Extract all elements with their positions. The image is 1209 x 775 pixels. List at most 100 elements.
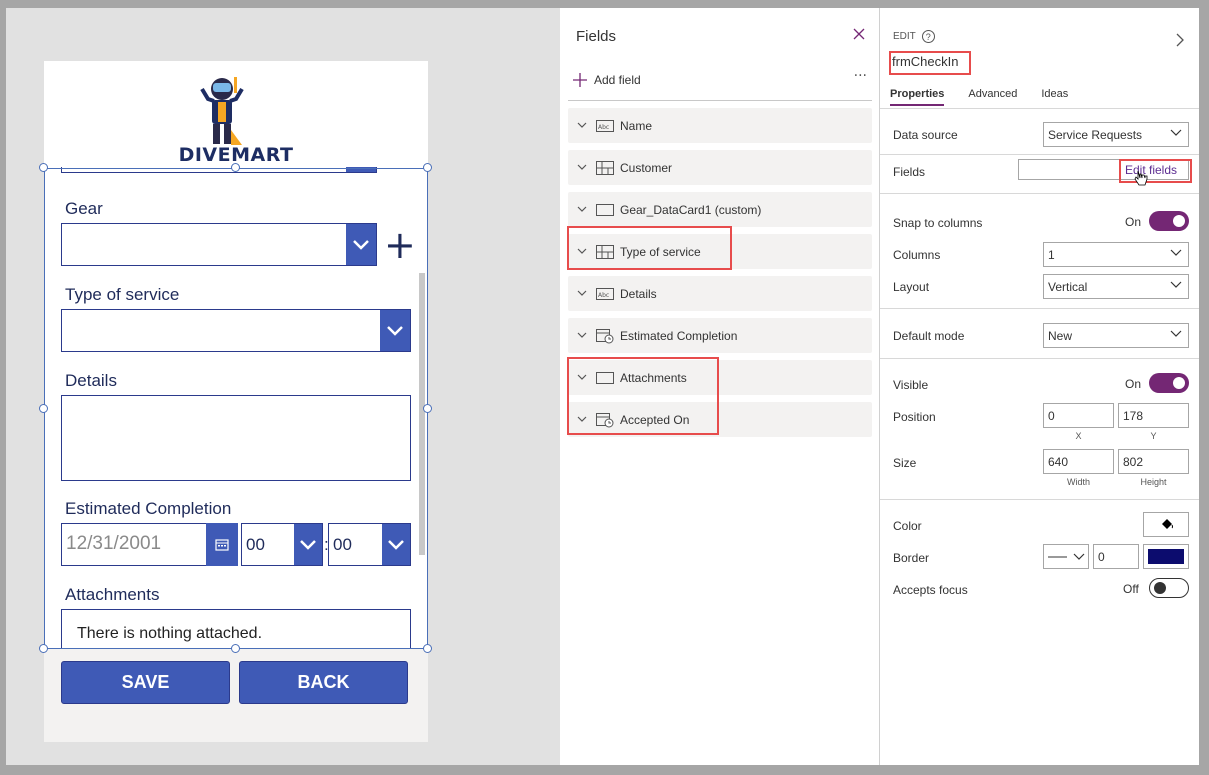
- border-color-button[interactable]: [1143, 544, 1189, 569]
- app-frame: DIVEMART Gear + Type of service Details …: [6, 8, 1199, 765]
- gear-dropdown[interactable]: [61, 223, 377, 266]
- chevron-down-icon: [380, 310, 410, 351]
- chevron-down-icon[interactable]: [568, 122, 596, 129]
- resize-handle[interactable]: [39, 163, 48, 172]
- layout-select[interactable]: Vertical: [1043, 274, 1189, 299]
- field-row-accepted-on[interactable]: Accepted On: [568, 402, 872, 437]
- tab-properties[interactable]: Properties: [890, 88, 945, 106]
- calendar-icon: [215, 539, 229, 551]
- type-of-service-dropdown[interactable]: [61, 309, 411, 352]
- size-height-input[interactable]: 802: [1118, 449, 1189, 474]
- rectangle-icon: [596, 203, 620, 216]
- visible-state-text: On: [1125, 377, 1142, 391]
- divider: [568, 100, 872, 101]
- chevron-down-icon: [346, 167, 376, 172]
- control-name[interactable]: frmCheckIn: [892, 54, 958, 69]
- customer-dropdown-partial[interactable]: [61, 167, 377, 173]
- form-scrollbar[interactable]: [419, 273, 425, 555]
- visible-label: Visible: [893, 378, 929, 392]
- attachments-box[interactable]: There is nothing attached.: [61, 609, 411, 649]
- save-button[interactable]: SAVE: [61, 661, 230, 704]
- field-label: Name: [620, 118, 653, 133]
- position-y-input[interactable]: 178: [1118, 403, 1189, 428]
- chevron-down-icon: [1170, 249, 1182, 256]
- default-mode-select[interactable]: New: [1043, 323, 1189, 348]
- tab-ideas[interactable]: Ideas: [1041, 88, 1068, 106]
- snap-to-columns-label: Snap to columns: [893, 216, 983, 230]
- divider: [880, 193, 1199, 194]
- app-screen-preview: DIVEMART Gear + Type of service Details …: [39, 61, 432, 742]
- back-button[interactable]: BACK: [239, 661, 408, 704]
- field-label: Customer: [620, 160, 673, 175]
- svg-text:Abc: Abc: [598, 292, 609, 299]
- edit-label: EDIT: [893, 31, 916, 42]
- chevron-down-icon: [382, 524, 410, 565]
- border-width-input[interactable]: 0: [1093, 544, 1139, 569]
- estimated-completion-label: Estimated Completion: [65, 499, 232, 518]
- resize-handle[interactable]: [39, 644, 48, 653]
- field-row-estimated-completion[interactable]: Estimated Completion: [568, 318, 872, 353]
- gear-label: Gear: [65, 199, 103, 218]
- default-mode-value: New: [1048, 329, 1073, 343]
- chevron-right-icon[interactable]: [1175, 32, 1185, 48]
- close-icon[interactable]: [851, 26, 867, 42]
- fields-label: Fields: [893, 165, 926, 179]
- chevron-down-icon[interactable]: [568, 374, 596, 381]
- minute-dropdown[interactable]: 00: [328, 523, 411, 566]
- resize-handle[interactable]: [423, 404, 432, 413]
- resize-handle[interactable]: [231, 163, 240, 172]
- accepts-focus-label: Accepts focus: [893, 583, 968, 597]
- snap-to-columns-toggle[interactable]: [1149, 211, 1189, 231]
- columns-select[interactable]: 1: [1043, 242, 1189, 267]
- resize-handle[interactable]: [423, 644, 432, 653]
- fields-panel: Fields Add field ··· Abc Name Customer G…: [560, 8, 880, 765]
- add-gear-button[interactable]: +: [384, 226, 416, 264]
- grid-lookup-icon: [596, 160, 620, 175]
- chevron-down-icon[interactable]: [568, 332, 596, 339]
- help-icon[interactable]: ?: [921, 30, 935, 43]
- field-row-name[interactable]: Abc Name: [568, 108, 872, 143]
- paint-bucket-icon: [1162, 519, 1173, 529]
- details-textarea[interactable]: [61, 395, 411, 481]
- chevron-down-icon[interactable]: [568, 290, 596, 297]
- field-row-details[interactable]: Abc Details: [568, 276, 872, 311]
- visible-toggle[interactable]: [1149, 373, 1189, 393]
- edit-form[interactable]: Gear + Type of service Details Estimated…: [44, 167, 428, 649]
- field-label: Type of service: [620, 244, 701, 259]
- color-picker-button[interactable]: [1143, 512, 1189, 537]
- resize-handle[interactable]: [231, 644, 240, 653]
- field-label: Details: [620, 286, 657, 301]
- accepts-focus-toggle[interactable]: [1149, 578, 1189, 598]
- field-row-customer[interactable]: Customer: [568, 150, 872, 185]
- chevron-down-icon[interactable]: [568, 206, 596, 213]
- edit-fields-link[interactable]: Edit fields: [1125, 163, 1177, 177]
- add-field-button[interactable]: Add field: [572, 72, 641, 88]
- resize-handle[interactable]: [423, 163, 432, 172]
- field-row-attachments[interactable]: Attachments: [568, 360, 872, 395]
- border-style-select[interactable]: [1043, 544, 1089, 569]
- field-label: Attachments: [620, 370, 687, 385]
- chevron-down-icon[interactable]: [568, 164, 596, 171]
- position-x-input[interactable]: 0: [1043, 403, 1114, 428]
- columns-value: 1: [1048, 248, 1055, 262]
- calendar-button[interactable]: [206, 523, 238, 566]
- columns-label: Columns: [893, 248, 941, 262]
- hour-value: 00: [246, 535, 265, 554]
- chevron-down-icon[interactable]: [568, 416, 596, 423]
- tab-advanced[interactable]: Advanced: [968, 88, 1017, 106]
- field-row-type-of-service[interactable]: Type of service: [568, 234, 872, 269]
- width-caption: Width: [1066, 477, 1090, 487]
- resize-handle[interactable]: [39, 404, 48, 413]
- divider: [880, 108, 1199, 109]
- type-of-service-label: Type of service: [65, 285, 180, 304]
- data-source-select[interactable]: Service Requests: [1043, 122, 1189, 147]
- size-width-input[interactable]: 640: [1043, 449, 1114, 474]
- hour-dropdown[interactable]: 00: [241, 523, 323, 566]
- more-options-icon[interactable]: ···: [854, 68, 867, 84]
- rectangle-icon: [596, 371, 620, 384]
- field-row-gear[interactable]: Gear_DataCard1 (custom): [568, 192, 872, 227]
- details-label: Details: [65, 371, 117, 390]
- divider: [880, 499, 1199, 500]
- chevron-down-icon[interactable]: [568, 248, 596, 255]
- layout-label: Layout: [893, 280, 930, 294]
